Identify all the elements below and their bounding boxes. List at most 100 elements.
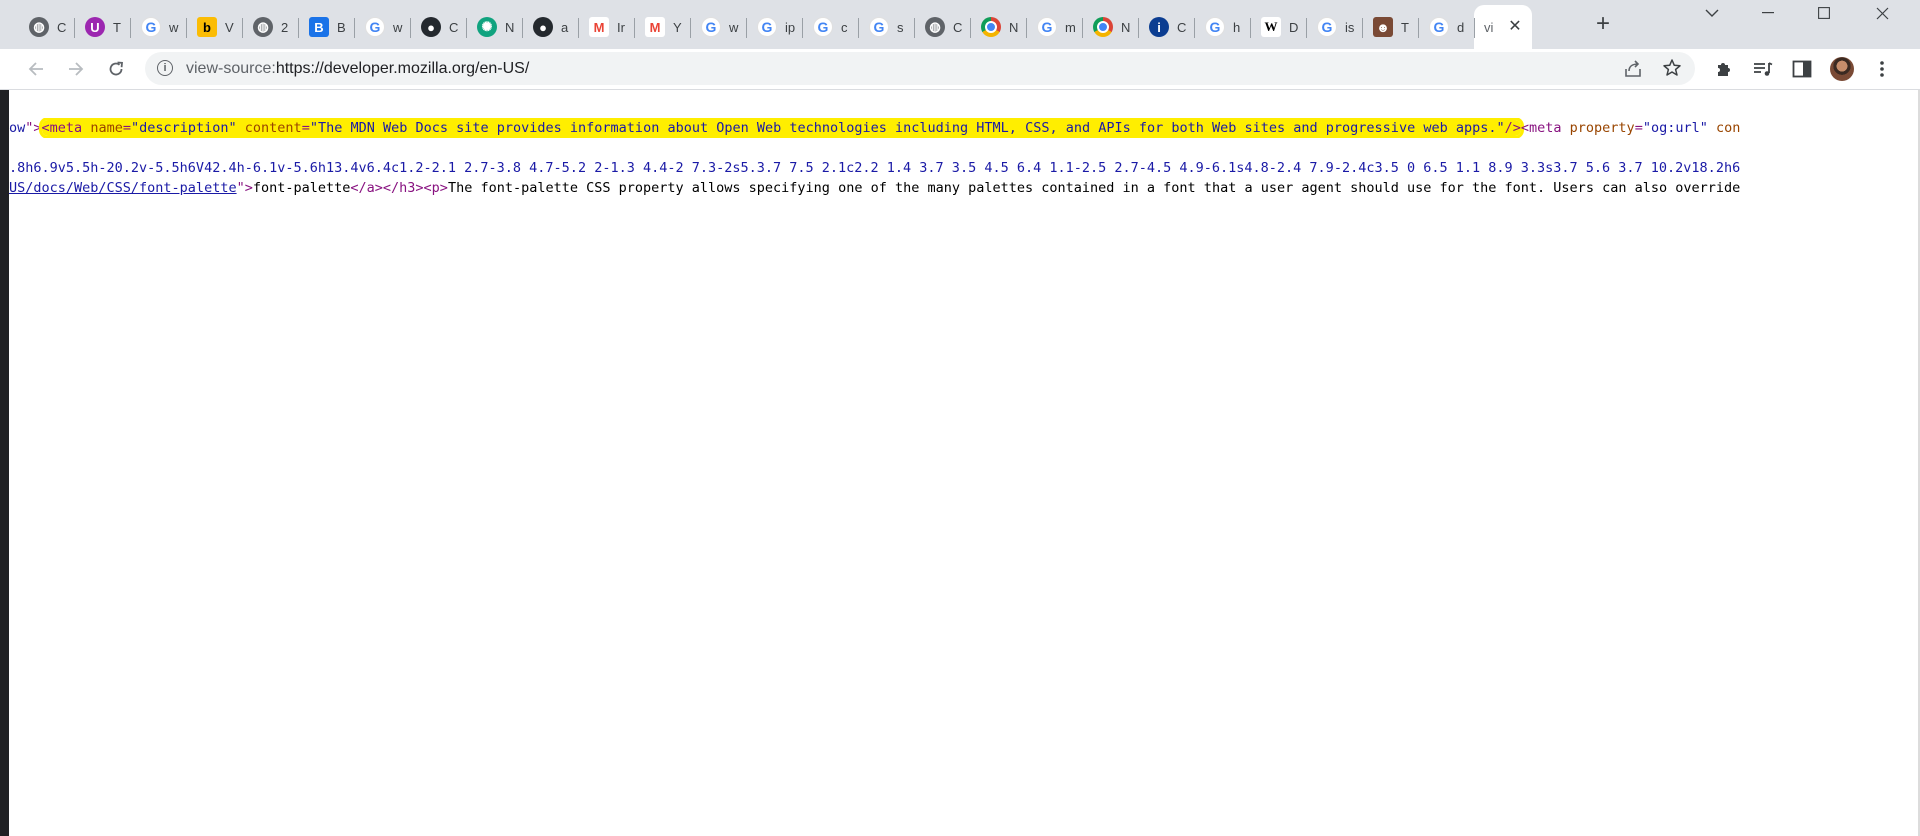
tag-close-2: ">	[236, 180, 253, 196]
tab-title: is	[1345, 19, 1355, 35]
tab-6[interactable]: BB	[298, 5, 354, 49]
tab-22[interactable]: Gh	[1194, 5, 1250, 49]
google-icon: G	[1037, 17, 1057, 37]
tag-self-close: />	[1504, 120, 1521, 136]
link-text: font-palette	[252, 180, 351, 196]
side-panel-icon	[1792, 60, 1812, 78]
google-icon: G	[1205, 17, 1225, 37]
tab-27[interactable]: vi ✕	[1474, 5, 1532, 49]
tab-title: Ir	[617, 19, 625, 35]
left-edge	[0, 90, 9, 836]
back-button[interactable]	[22, 55, 50, 83]
toolbar: i view-source:https://developer.mozilla.…	[0, 49, 1920, 90]
github-icon: ●	[533, 17, 553, 37]
media-queue-icon	[1754, 62, 1773, 76]
tab-12[interactable]: MY	[634, 5, 690, 49]
tab-11[interactable]: M Ir	[578, 5, 634, 49]
avatar-icon: ☻	[1373, 17, 1393, 37]
tags-sequence: </a></h3><p>	[350, 180, 448, 196]
tab-strip: ◍ C U T Gw b V ◍ 2 B B Gw ● C ✺ N ● a M Ir M Y Gw Gip Gc Gs ◍ C N Gm N…	[0, 0, 1920, 49]
profile-button[interactable]	[1828, 55, 1856, 83]
side-panel-button[interactable]	[1788, 55, 1816, 83]
tab-2[interactable]: UT	[74, 5, 130, 49]
minimize-button[interactable]	[1740, 0, 1796, 26]
tab-title: T	[113, 19, 121, 35]
tab-25[interactable]: ☻ T	[1362, 5, 1418, 49]
media-control-button[interactable]	[1749, 55, 1777, 83]
tab-7[interactable]: Gw	[354, 5, 410, 49]
equals-3: =	[1634, 120, 1643, 136]
reload-button[interactable]	[102, 55, 130, 83]
attr-name: name	[90, 120, 123, 136]
tab-26[interactable]: Gd	[1418, 5, 1474, 49]
source-line-3: US/docs/Web/CSS/font-palette">font-palet…	[9, 178, 1918, 198]
bookmark-star-icon[interactable]	[1662, 58, 1682, 83]
address-bar[interactable]: i view-source:https://developer.mozilla.…	[145, 52, 1695, 85]
tab-title: C	[953, 19, 963, 35]
tab-title: B	[337, 19, 346, 35]
google-icon: G	[365, 17, 385, 37]
attr-value: "description"	[130, 120, 237, 136]
tab-title: c	[841, 19, 848, 35]
tab-4[interactable]: bV	[186, 5, 242, 49]
attr-value-fragment: ow	[9, 120, 26, 136]
tab-title: T	[1401, 19, 1409, 35]
svg-path-data: .8h6.9v5.5h-20.2v-5.5h6V42.4h-6.1v-5.6h1…	[9, 160, 1741, 176]
tab-10[interactable]: ● a	[522, 5, 578, 49]
google-icon: G	[757, 17, 777, 37]
tab-1[interactable]: ◍ C	[18, 5, 74, 49]
equals-2: =	[301, 120, 310, 136]
tag-open: <meta	[41, 120, 83, 136]
url-text[interactable]: view-source:https://developer.mozilla.or…	[186, 60, 529, 78]
tab-list: ◍ C U T Gw b V ◍ 2 B B Gw ● C ✺ N ● a M Ir M Y Gw Gip Gc Gs ◍ C N Gm N…	[18, 5, 1532, 49]
forward-button[interactable]	[62, 55, 90, 83]
arrow-left-icon	[28, 62, 43, 76]
source-link[interactable]: US/docs/Web/CSS/font-palette	[9, 180, 237, 196]
google-icon: G	[1317, 17, 1337, 37]
extensions-button[interactable]	[1710, 55, 1738, 83]
attr-name-partial: con	[1716, 120, 1741, 136]
tab-9[interactable]: ✺ N	[466, 5, 522, 49]
tab-title: C	[449, 19, 459, 35]
tab-title: N	[1121, 19, 1131, 35]
new-tab-button[interactable]: +	[1591, 12, 1615, 37]
tab-15[interactable]: Gc	[802, 5, 858, 49]
close-tab-icon[interactable]: ✕	[1506, 18, 1524, 36]
tag-open-og: <meta	[1520, 120, 1562, 136]
menu-button[interactable]	[1868, 55, 1896, 83]
tab-21[interactable]: iC	[1138, 5, 1194, 49]
tab-8[interactable]: ● C	[410, 5, 466, 49]
tab-title: s	[897, 19, 904, 35]
close-window-button[interactable]	[1854, 0, 1910, 26]
gmail-icon: M	[645, 17, 665, 37]
tab-13[interactable]: Gw	[690, 5, 746, 49]
maximize-button[interactable]	[1796, 0, 1852, 26]
view-source-content: ow"><meta name="description" content="Th…	[0, 90, 1920, 836]
tab-18[interactable]: N	[970, 5, 1026, 49]
wikipedia-icon: W	[1261, 17, 1281, 37]
google-icon: G	[869, 17, 889, 37]
browser-window: ◍ C U T Gw b V ◍ 2 B B Gw ● C ✺ N ● a M Ir M Y Gw Gip Gc Gs ◍ C N Gm N…	[0, 0, 1920, 836]
tab-20[interactable]: N	[1082, 5, 1138, 49]
tab-title: vi	[1484, 19, 1494, 35]
tab-title: N	[1009, 19, 1019, 35]
source-line-1: ow"><meta name="description" content="Th…	[9, 118, 1918, 138]
site-info-icon[interactable]: i	[157, 60, 173, 76]
blue-b-icon: B	[309, 17, 329, 37]
share-icon[interactable]	[1623, 59, 1643, 84]
tab-title: d	[1457, 19, 1465, 35]
tab-5[interactable]: ◍ 2	[242, 5, 298, 49]
tab-14[interactable]: Gip	[746, 5, 802, 49]
tab-17[interactable]: ◍ C	[914, 5, 970, 49]
tab-title: w	[169, 19, 179, 35]
puzzle-icon	[1718, 63, 1730, 76]
tab-title: C	[57, 19, 67, 35]
tab-24[interactable]: Gis	[1306, 5, 1362, 49]
tab-title: m	[1065, 19, 1075, 35]
tab-title: ip	[785, 19, 795, 35]
tab-16[interactable]: Gs	[858, 5, 914, 49]
tab-3[interactable]: Gw	[130, 5, 186, 49]
tab-23[interactable]: WD	[1250, 5, 1306, 49]
tab-search-chevron-icon[interactable]	[1684, 0, 1740, 26]
tab-19[interactable]: Gm	[1026, 5, 1082, 49]
